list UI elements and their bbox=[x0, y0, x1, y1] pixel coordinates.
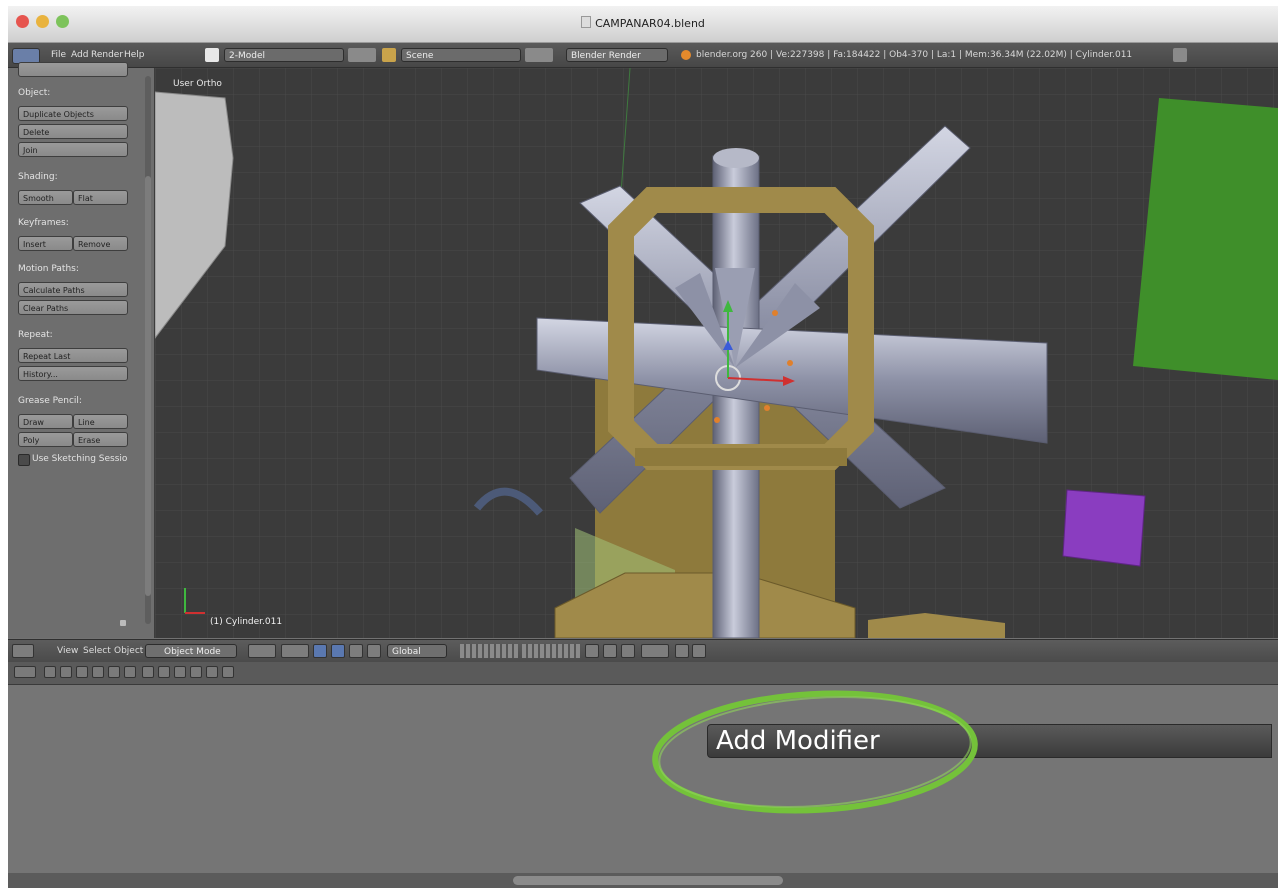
purple-box bbox=[1062, 489, 1146, 567]
remove-keyframe-button[interactable]: Remove bbox=[73, 236, 128, 251]
3d-view-header: View Select Object Object Mode Global bbox=[8, 639, 1278, 663]
window-title-text: CAMPANAR04.blend bbox=[595, 17, 705, 30]
scene-stats: blender.org 260 | Ve:227398 | Fa:184422 … bbox=[696, 50, 1133, 60]
duplicate-objects-button[interactable]: Duplicate Objects bbox=[18, 106, 128, 121]
cylinder-vertical-cap bbox=[713, 148, 759, 168]
grease-pencil-section-title: Grease Pencil: bbox=[18, 396, 82, 406]
origin-dot-4 bbox=[714, 417, 720, 423]
layers-block-1[interactable] bbox=[460, 644, 518, 658]
render-anim-icon[interactable] bbox=[692, 644, 706, 658]
physics-tab-icon[interactable] bbox=[206, 666, 218, 678]
screen-layout-icon[interactable] bbox=[205, 48, 219, 62]
draw-button[interactable]: Draw bbox=[18, 414, 73, 429]
3d-editor-type-button[interactable] bbox=[12, 644, 34, 658]
menu-file[interactable]: File bbox=[51, 48, 66, 62]
render-tab-icon[interactable] bbox=[44, 666, 56, 678]
scale-manipulator-icon[interactable] bbox=[367, 644, 381, 658]
scene-field[interactable]: Scene bbox=[401, 48, 521, 62]
origin-dot-1 bbox=[772, 310, 778, 316]
use-sketching-label: Use Sketching Sessio bbox=[32, 454, 128, 464]
properties-horizontal-scrollbar[interactable] bbox=[8, 873, 1278, 888]
render-icon[interactable] bbox=[675, 644, 689, 658]
blender-logo-icon bbox=[681, 50, 691, 60]
pivot-point-select[interactable] bbox=[281, 644, 309, 658]
manipulator-toggle[interactable] bbox=[313, 644, 327, 658]
menu-view[interactable]: View bbox=[57, 644, 78, 658]
delete-button[interactable]: Delete bbox=[18, 124, 128, 139]
join-button[interactable]: Join bbox=[18, 142, 128, 157]
smooth-button[interactable]: Smooth bbox=[18, 190, 73, 205]
screen-layout-field[interactable]: 2-Model bbox=[224, 48, 344, 62]
motion-paths-section-title: Motion Paths: bbox=[18, 264, 79, 274]
top-partial-button[interactable] bbox=[18, 62, 128, 77]
calculate-paths-button[interactable]: Calculate Paths bbox=[18, 282, 128, 297]
tool-shelf: Object: Duplicate Objects Delete Join Sh… bbox=[8, 62, 155, 638]
texture-tab-icon[interactable] bbox=[174, 666, 186, 678]
world-tab-icon[interactable] bbox=[76, 666, 88, 678]
layers-block-2[interactable] bbox=[522, 644, 580, 658]
viewport-shading-select[interactable] bbox=[248, 644, 276, 658]
scene-icon[interactable] bbox=[382, 48, 396, 62]
window-title: CAMPANAR04.blend bbox=[8, 16, 1278, 30]
snap-element-select[interactable] bbox=[641, 644, 669, 658]
title-bar: CAMPANAR04.blend bbox=[8, 6, 1278, 43]
fullscreen-icon[interactable] bbox=[1173, 48, 1187, 62]
document-icon bbox=[581, 16, 592, 28]
repeat-last-button[interactable]: Repeat Last bbox=[18, 348, 128, 363]
rotate-manipulator-icon[interactable] bbox=[349, 644, 363, 658]
shading-section-title: Shading: bbox=[18, 172, 58, 182]
settings-tab-icon[interactable] bbox=[222, 666, 234, 678]
origin-dot-2 bbox=[787, 360, 793, 366]
proportional-edit-icon[interactable] bbox=[603, 644, 617, 658]
constraints-tab-icon[interactable] bbox=[108, 666, 120, 678]
poly-button[interactable]: Poly bbox=[18, 432, 73, 447]
line-button[interactable]: Line bbox=[73, 414, 128, 429]
particles-tab-icon[interactable] bbox=[190, 666, 202, 678]
transform-orientation-select[interactable]: Global bbox=[387, 644, 447, 658]
menu-render[interactable]: Render bbox=[91, 48, 123, 62]
layout-add-remove-icon[interactable] bbox=[348, 48, 376, 62]
info-header: File Add Render Help 2-Model Scene Blend… bbox=[8, 43, 1278, 68]
insert-keyframe-button[interactable]: Insert bbox=[18, 236, 73, 251]
green-annotation-circle bbox=[652, 690, 978, 814]
tower-ledge bbox=[635, 448, 847, 466]
object-mode-select[interactable]: Object Mode bbox=[145, 644, 237, 658]
properties-panel bbox=[8, 685, 1278, 873]
properties-header bbox=[8, 662, 1278, 685]
view-label: User Ortho bbox=[173, 79, 222, 89]
menu-help[interactable]: Help bbox=[124, 48, 145, 62]
object-tab-icon[interactable] bbox=[92, 666, 104, 678]
3d-viewport[interactable] bbox=[155, 68, 1278, 638]
translate-manipulator-icon[interactable] bbox=[331, 644, 345, 658]
use-sketching-checkbox[interactable] bbox=[18, 454, 30, 466]
menu-select[interactable]: Select bbox=[83, 644, 111, 658]
snap-toggle-icon[interactable] bbox=[621, 644, 635, 658]
active-object-label: (1) Cylinder.011 bbox=[210, 617, 283, 627]
properties-scroll-thumb[interactable] bbox=[513, 876, 783, 885]
tool-shelf-scroll-thumb[interactable] bbox=[145, 176, 151, 596]
properties-editor-type-button[interactable] bbox=[14, 666, 36, 678]
material-tab-icon[interactable] bbox=[158, 666, 170, 678]
flat-button[interactable]: Flat bbox=[73, 190, 128, 205]
tool-shelf-scrollbar[interactable] bbox=[145, 76, 151, 624]
menu-object[interactable]: Object bbox=[114, 644, 143, 658]
erase-button[interactable]: Erase bbox=[73, 432, 128, 447]
keyframes-section-title: Keyframes: bbox=[18, 218, 69, 228]
viewport-scene bbox=[155, 68, 1278, 638]
history-button[interactable]: History... bbox=[18, 366, 128, 381]
layer-lock-icon[interactable] bbox=[585, 644, 599, 658]
origin-dot-3 bbox=[764, 405, 770, 411]
shelf-resize-handle[interactable] bbox=[120, 620, 126, 626]
data-tab-icon[interactable] bbox=[124, 666, 136, 678]
menu-add[interactable]: Add bbox=[71, 48, 88, 62]
scene-add-remove-icon[interactable] bbox=[525, 48, 553, 62]
clear-paths-button[interactable]: Clear Paths bbox=[18, 300, 128, 315]
repeat-section-title: Repeat: bbox=[18, 330, 53, 340]
modifiers-tab-icon[interactable] bbox=[142, 666, 154, 678]
render-engine-select[interactable]: Blender Render bbox=[566, 48, 668, 62]
scene-tab-icon[interactable] bbox=[60, 666, 72, 678]
object-section-title: Object: bbox=[18, 88, 51, 98]
